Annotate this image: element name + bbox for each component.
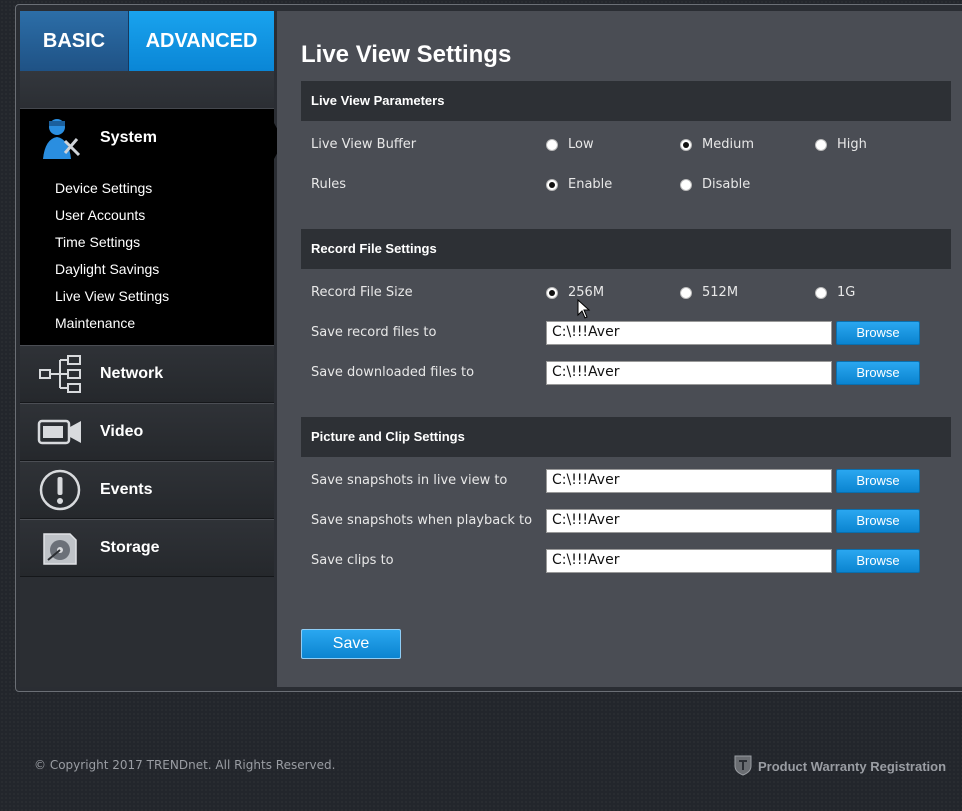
product-warranty-label: Product Warranty Registration [758,759,947,774]
browse-downloaded-button[interactable]: Browse [836,361,920,385]
section-record-file-settings: Record File Settings [301,229,951,269]
snapshots-playback-input[interactable]: C:\!!!Aver [546,509,832,533]
radio-label: High [837,137,867,152]
rules-disable-radio[interactable]: Disable [680,177,750,192]
sidebar-item-storage-label: Storage [100,539,160,556]
browse-clips-button[interactable]: Browse [836,549,920,573]
app-frame: BASIC ADVANCED System Device Settings Us… [15,4,962,692]
sidebar-item-system-label: System [100,129,157,146]
save-clips-input[interactable]: C:\!!!Aver [546,549,832,573]
submenu-daylight-savings[interactable]: Daylight Savings [55,256,169,283]
save-button[interactable]: Save [301,629,401,659]
buffer-low-radio[interactable]: Low [546,137,594,152]
browse-record-button[interactable]: Browse [836,321,920,345]
radio-dot-selected [680,138,692,151]
radio-dot-selected [546,178,558,191]
radio-dot [815,286,827,299]
save-clips-label: Save clips to [311,553,394,568]
save-record-files-input[interactable]: C:\!!!Aver [546,321,832,345]
section-picture-clip-settings: Picture and Clip Settings [301,417,951,457]
save-record-files-label: Save record files to [311,325,437,340]
live-view-buffer-label: Live View Buffer [311,137,417,152]
sidebar-item-system[interactable]: System [20,109,274,167]
snapshots-live-input[interactable]: C:\!!!Aver [546,469,832,493]
record-file-size-label: Record File Size [311,285,413,300]
radio-label: 512M [702,285,739,300]
radio-dot [546,138,558,151]
main-panel: Live View Settings Live View Parameters … [277,11,962,687]
submenu-device-settings[interactable]: Device Settings [55,175,169,202]
sidebar-item-network[interactable]: Network [20,345,274,403]
radio-dot-selected [546,286,558,299]
size-1g-radio[interactable]: 1G [815,285,855,300]
system-submenu: Device Settings User Accounts Time Setti… [55,175,169,337]
sidebar: BASIC ADVANCED System Device Settings Us… [20,11,284,687]
hard-drive-icon [20,520,100,576]
submenu-time-settings[interactable]: Time Settings [55,229,169,256]
submenu-user-accounts[interactable]: User Accounts [55,202,169,229]
page-title: Live View Settings [301,41,512,68]
sidebar-item-events[interactable]: Events [20,461,274,519]
section-live-view-parameters: Live View Parameters [301,81,951,121]
alert-icon [20,462,100,518]
snapshots-playback-label: Save snapshots when playback to [311,513,533,528]
camera-icon [20,404,100,460]
save-downloaded-files-label: Save downloaded files to [311,365,475,380]
network-tree-icon [20,346,100,402]
tab-basic[interactable]: BASIC [20,11,129,71]
radio-dot [680,178,692,191]
rules-enable-radio[interactable]: Enable [546,177,612,192]
sidebar-item-video[interactable]: Video [20,403,274,461]
trendnet-shield-icon [734,754,752,779]
radio-label: 1G [837,285,856,300]
radio-dot [680,286,692,299]
size-256m-radio[interactable]: 256M [546,285,604,300]
size-512m-radio[interactable]: 512M [680,285,738,300]
sidebar-group-system: System Device Settings User Accounts Tim… [20,109,284,345]
sidebar-item-storage[interactable]: Storage [20,519,274,577]
buffer-medium-radio[interactable]: Medium [680,137,754,152]
browse-snapshots-live-button[interactable]: Browse [836,469,920,493]
sidebar-item-video-label: Video [100,423,144,440]
snapshots-live-label: Save snapshots in live view to [311,473,508,488]
browse-snapshots-playback-button[interactable]: Browse [836,509,920,533]
product-warranty-link[interactable]: Product Warranty Registration [734,754,946,779]
submenu-maintenance[interactable]: Maintenance [55,310,169,337]
radio-label: 256M [568,285,605,300]
submenu-live-view-settings[interactable]: Live View Settings [55,283,169,310]
rules-label: Rules [311,177,347,192]
radio-label: Low [568,137,594,152]
technician-icon [20,109,100,167]
radio-label: Medium [702,137,754,152]
buffer-high-radio[interactable]: High [815,137,867,152]
tab-advanced[interactable]: ADVANCED [129,11,274,83]
mouse-cursor-icon [577,299,591,319]
radio-label: Disable [702,177,751,192]
copyright-text: © Copyright 2017 TRENDnet. All Rights Re… [34,758,336,772]
save-downloaded-files-input[interactable]: C:\!!!Aver [546,361,832,385]
sidebar-item-events-label: Events [100,481,153,498]
radio-dot [815,138,827,151]
radio-label: Enable [568,177,613,192]
mode-tabs: BASIC ADVANCED [20,11,274,83]
sidebar-item-network-label: Network [100,365,164,382]
sidebar-spacer [20,71,274,109]
